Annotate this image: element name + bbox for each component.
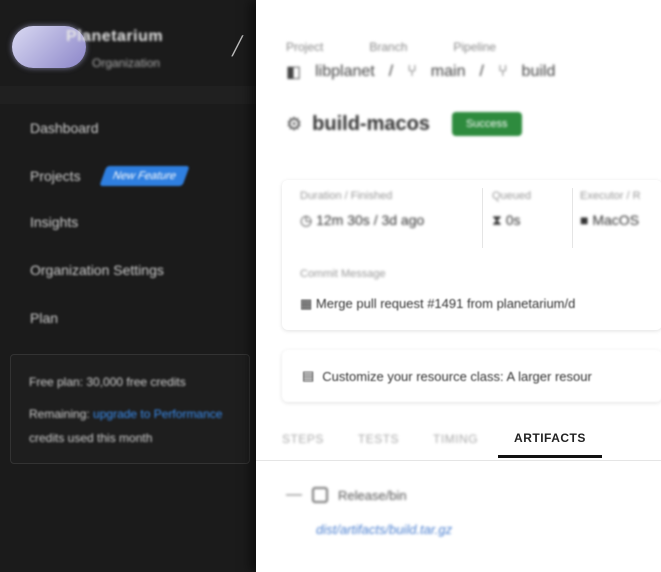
breadcrumb-label-branch: Branch xyxy=(369,40,408,54)
breadcrumb-label-pipeline: Pipeline xyxy=(453,40,497,54)
queued-column: Queued ⧗ 0s xyxy=(492,190,531,229)
executor-label: Executor / R xyxy=(580,190,641,202)
apple-icon: ■ xyxy=(580,212,589,228)
job-title: build-macos xyxy=(312,112,430,135)
executor-value: ■ MacOS xyxy=(580,212,641,228)
commit-text[interactable]: Merge pull request #1491 from planetariu… xyxy=(316,296,575,311)
artifact-folder-name: Release/bin xyxy=(338,487,407,503)
sidebar-item-label: Projects xyxy=(30,168,81,184)
clock-icon: ◷ xyxy=(300,212,313,228)
user-avatar-icon: ▦ xyxy=(300,296,313,311)
column-divider xyxy=(482,188,483,248)
duration-label: Duration / Finished xyxy=(300,190,393,202)
job-title-row: ⚙ build-macos Success xyxy=(286,112,522,136)
plan-usage-card: Free plan: 30,000 free credits Remaining… xyxy=(10,354,250,464)
upgrade-link[interactable]: upgrade to Performance xyxy=(93,407,222,421)
tab-tests[interactable]: TESTS xyxy=(358,422,399,456)
sidebar-item-dashboard[interactable]: Dashboard xyxy=(30,116,99,140)
breadcrumb-separator: / xyxy=(388,63,394,80)
folder-icon xyxy=(312,487,328,503)
breadcrumb-labels: Project Branch Pipeline xyxy=(286,40,496,54)
info-icon: ▤ xyxy=(302,368,315,383)
notice-text: Customize your resource class: A larger … xyxy=(322,368,592,384)
collapse-icon[interactable]: — xyxy=(286,486,302,504)
sidebar-item-label: Organization Settings xyxy=(30,262,164,278)
sidebar-item-org-settings[interactable]: Organization Settings xyxy=(30,258,164,282)
sidebar-item-insights[interactable]: Insights xyxy=(30,210,78,234)
sidebar-item-label: Plan xyxy=(30,310,59,326)
plan-credits-used: credits used this month xyxy=(29,431,153,445)
executor-column: Executor / R ■ MacOS xyxy=(580,190,641,228)
org-switcher[interactable]: Planetarium Organization ╱ xyxy=(10,22,250,82)
plan-remaining-label: Remaining: xyxy=(29,407,90,421)
duration-text: 12m 30s / 3d ago xyxy=(316,212,425,228)
queued-value: ⧗ 0s xyxy=(492,212,531,229)
breadcrumb-branch[interactable]: main xyxy=(431,63,466,81)
status-badge: Success xyxy=(451,112,522,136)
plan-remaining: Remaining: upgrade to Performance xyxy=(29,407,222,421)
column-divider xyxy=(572,188,573,248)
sidebar-item-projects[interactable]: Projects New Feature xyxy=(30,164,190,188)
sidebar: Planetarium Organization ╱ Dashboard Pro… xyxy=(0,0,258,572)
executor-text: MacOS xyxy=(592,212,640,228)
breadcrumb-pipeline[interactable]: build xyxy=(522,63,556,81)
artifact-folder-row[interactable]: — Release/bin xyxy=(286,486,407,504)
tab-artifacts[interactable]: ARTIFACTS xyxy=(498,421,602,458)
breadcrumb-label-project: Project xyxy=(286,40,324,54)
artifact-link[interactable]: dist/artifacts/build.tar.gz xyxy=(316,522,452,537)
pipeline-icon: ⑂ xyxy=(497,63,508,80)
tab-timing[interactable]: TIMING xyxy=(433,422,478,456)
job-detail-panel: Project Branch Pipeline ◧ libplanet / ⑂ … xyxy=(256,0,661,572)
tab-steps[interactable]: STEPS xyxy=(282,422,324,456)
job-icon: ⚙ xyxy=(286,113,303,134)
duration-value: ◷ 12m 30s / 3d ago xyxy=(300,212,424,229)
sidebar-divider xyxy=(0,86,258,104)
org-name: Planetarium xyxy=(66,28,164,45)
repo-icon: ◧ xyxy=(286,64,302,81)
branch-icon: ⑂ xyxy=(407,63,417,80)
sidebar-item-label: Dashboard xyxy=(30,120,99,136)
job-info-card: Duration / Finished ◷ 12m 30s / 3d ago Q… xyxy=(282,180,661,330)
breadcrumb-separator: / xyxy=(479,63,484,80)
resource-class-notice: ▤ Customize your resource class: A large… xyxy=(282,350,661,402)
job-tabs: STEPS TESTS TIMING ARTIFACTS xyxy=(282,418,661,460)
hourglass-icon: ⧗ xyxy=(492,212,502,228)
org-subtitle: Organization xyxy=(92,56,161,70)
commit-message: ▦ Merge pull request #1491 from planetar… xyxy=(300,296,575,312)
queued-label: Queued xyxy=(492,190,532,202)
breadcrumb: ◧ libplanet / ⑂ main / ⑂ build xyxy=(286,62,555,82)
breadcrumb-project[interactable]: libplanet xyxy=(315,63,375,81)
duration-column: Duration / Finished ◷ 12m 30s / 3d ago xyxy=(300,190,424,229)
sidebar-item-label: Insights xyxy=(30,214,79,230)
plan-summary: Free plan: 30,000 free credits xyxy=(29,375,186,389)
commit-label: Commit Message xyxy=(300,268,386,280)
sidebar-item-plan[interactable]: Plan xyxy=(30,306,58,330)
new-feature-badge: New Feature xyxy=(98,166,190,186)
queued-text: 0s xyxy=(505,212,521,228)
tabs-divider xyxy=(256,460,661,461)
app-root: Planetarium Organization ╱ Dashboard Pro… xyxy=(0,0,661,572)
collapse-sidebar-icon[interactable]: ╱ xyxy=(232,36,254,58)
